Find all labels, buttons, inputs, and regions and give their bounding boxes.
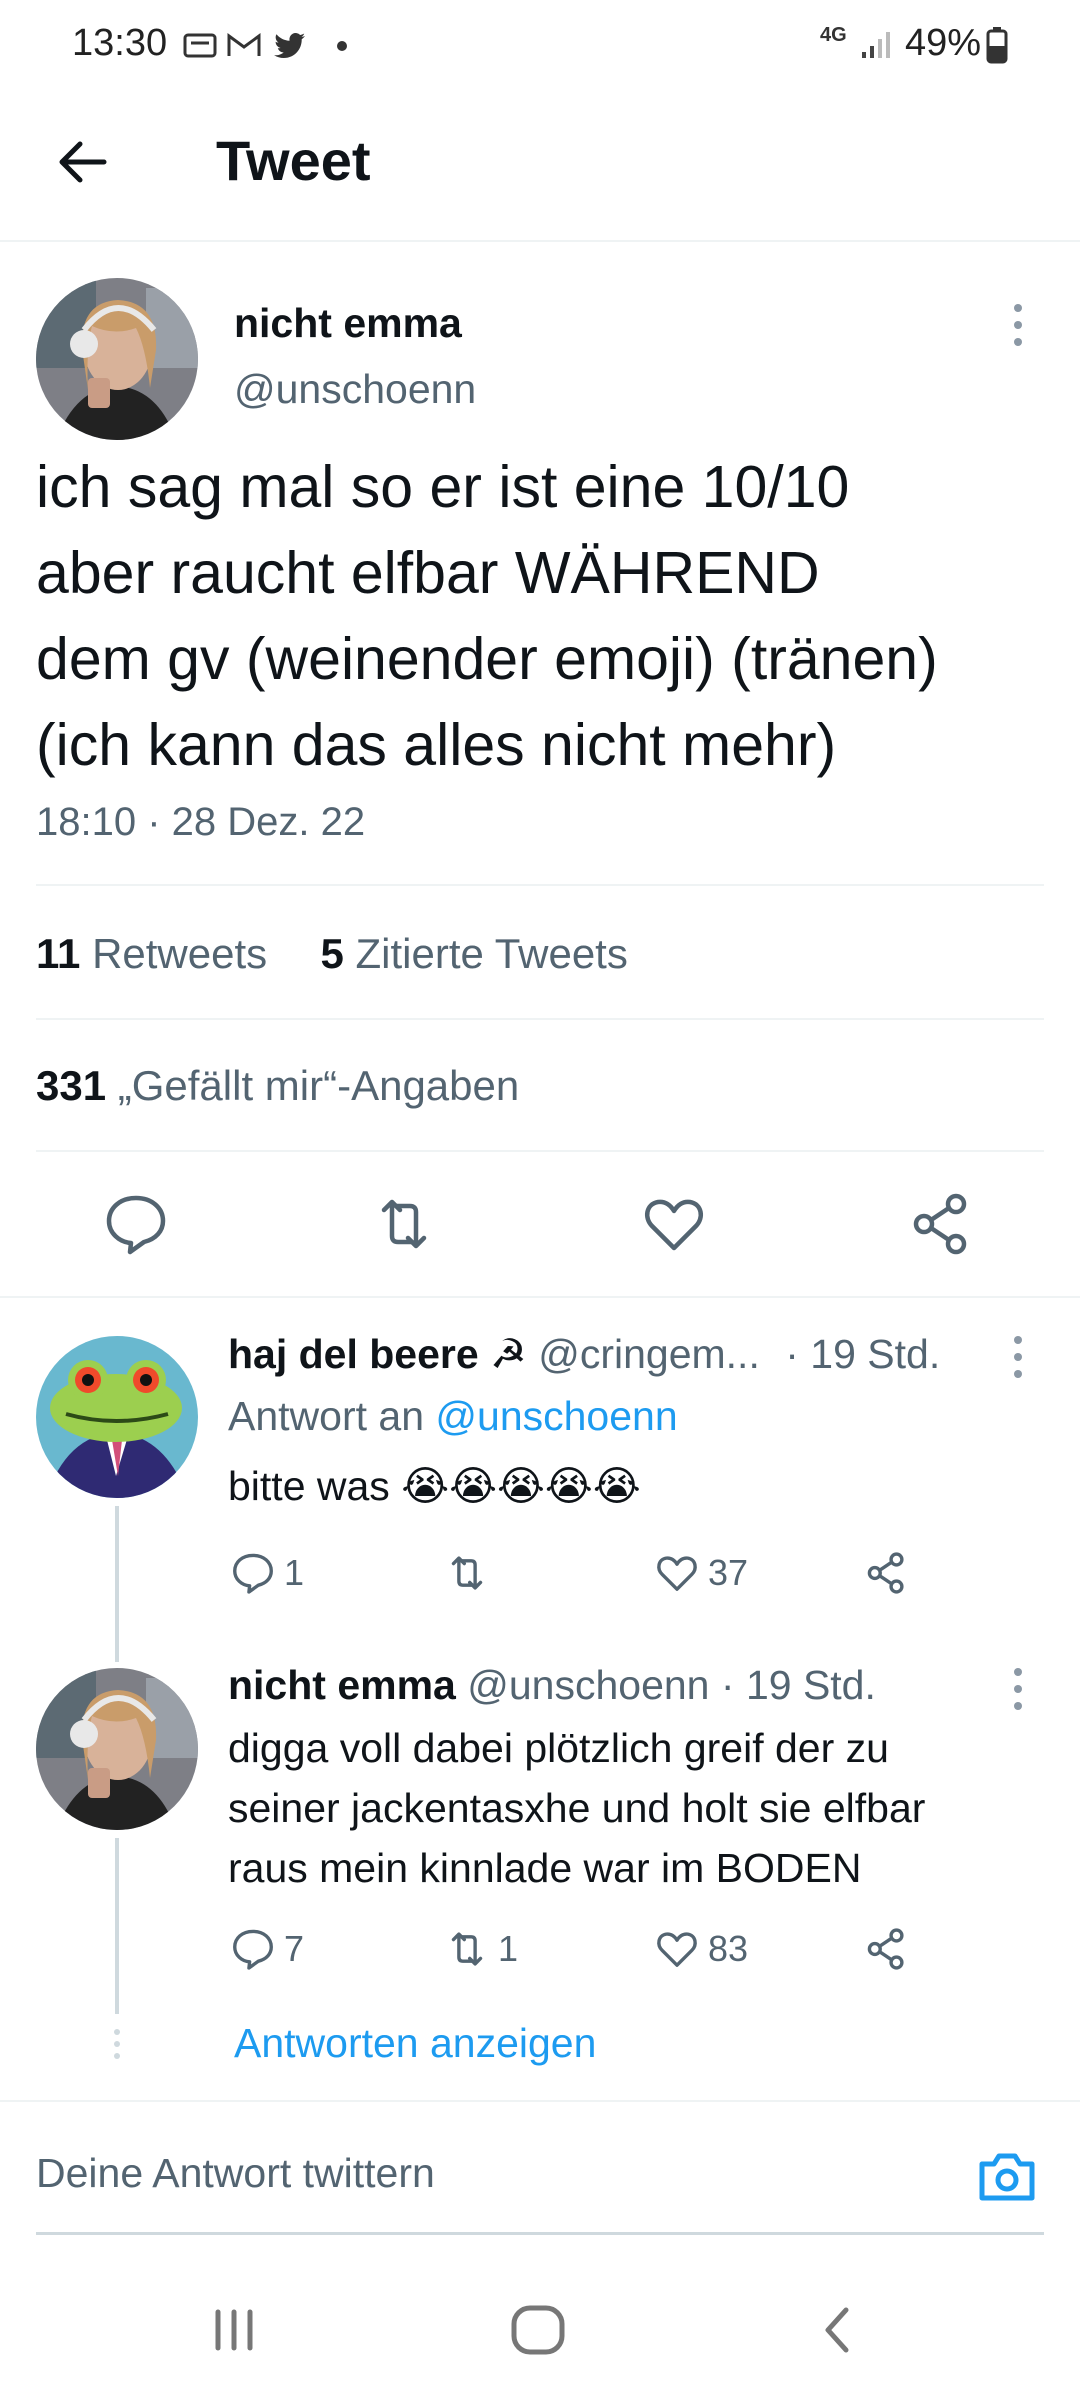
more-options-icon[interactable] <box>1000 1664 1036 1714</box>
like-heart-icon[interactable] <box>640 1190 708 1258</box>
frog-avatar-image <box>36 1336 198 1498</box>
reply-like-button[interactable]: 37 <box>654 1548 748 1598</box>
reply-retweet-button[interactable]: 1 <box>444 1924 518 1974</box>
tweet-text-line: (ich kann das alles nicht mehr) <box>36 712 837 778</box>
thread-line <box>115 1838 119 2014</box>
tweet-text-line: aber raucht elfbar WÄHREND <box>36 540 820 606</box>
reply-header[interactable]: haj del beere ☭ @cringem... · 19 Std. <box>228 1330 1028 1378</box>
retweet-icon[interactable] <box>370 1190 438 1258</box>
header: Tweet <box>0 90 1080 242</box>
divider <box>36 1150 1044 1152</box>
divider <box>0 2100 1080 2102</box>
reply-count: 7 <box>284 1928 305 1969</box>
divider <box>36 884 1044 886</box>
retweet-count: 1 <box>498 1928 519 1969</box>
likes-count: 331 <box>36 1062 107 1109</box>
thread-line <box>115 1506 119 1662</box>
share-icon[interactable] <box>908 1190 976 1258</box>
battery-icon <box>986 27 1008 64</box>
reply-text: digga voll dabei plötzlich greif der zu … <box>228 1718 1048 1898</box>
reply-input-underline <box>36 2232 1044 2235</box>
reply-text: bitte was 😭😭😭😭😭 <box>228 1463 641 1509</box>
reply-input[interactable]: Deine Antwort twittern <box>36 2150 435 2197</box>
reply-avatar[interactable] <box>36 1336 198 1498</box>
author-avatar[interactable] <box>36 278 198 440</box>
likes-label: „Gefällt mir“-Angaben <box>117 1062 520 1109</box>
tweet-text-line: dem gv (weinender emoji) (tränen) <box>36 626 938 692</box>
like-count: 37 <box>708 1552 749 1593</box>
reply-author-name: nicht emma <box>228 1662 456 1708</box>
reply-time: · 19 Std. <box>720 1662 876 1708</box>
reply-text-line: digga voll dabei plötzlich greif der zu <box>228 1725 889 1771</box>
share-icon <box>867 1552 904 1594</box>
quotes-label: Zitierte Tweets <box>355 930 628 977</box>
thread-dots-icon <box>114 2029 120 2059</box>
network-type: 4G <box>820 24 847 46</box>
reply-retweet-button[interactable] <box>444 1548 498 1598</box>
tweet-timestamp[interactable]: 18:10 · 28 Dez. 22 <box>36 800 365 845</box>
more-options-icon[interactable] <box>1000 300 1036 350</box>
reply-to-prefix: Antwort an <box>228 1393 424 1439</box>
recent-apps-icon[interactable] <box>202 2298 266 2362</box>
reply-author-handle: @unschoenn <box>467 1662 710 1708</box>
more-options-icon[interactable] <box>1000 1332 1036 1382</box>
author-name[interactable]: nicht emma <box>234 300 462 347</box>
notification-dot-icon <box>337 41 347 51</box>
retweet-icon <box>451 1556 483 1590</box>
like-heart-icon <box>657 1556 697 1591</box>
like-count: 83 <box>708 1928 749 1969</box>
reply-text-line: seiner jackentasxhe und holt sie elfbar <box>228 1785 926 1831</box>
tweet-text-line: ich sag mal so er ist eine 10/10 <box>36 454 850 520</box>
reply-icon[interactable] <box>102 1190 170 1258</box>
gmail-icon <box>227 33 261 56</box>
quotes-count: 5 <box>320 930 344 977</box>
reply-reply-button[interactable]: 7 <box>230 1924 304 1974</box>
back-arrow-icon[interactable] <box>52 130 116 194</box>
page-title: Tweet <box>216 129 371 192</box>
reply-time: · 19 Std. <box>785 1331 941 1377</box>
reply-author-handle: @cringem... <box>538 1331 760 1377</box>
status-bar: 13:30 4G 49% <box>0 0 1080 90</box>
reply-share-button[interactable] <box>864 1548 910 1598</box>
show-replies-link[interactable]: Antworten anzeigen <box>234 2020 596 2067</box>
tweet-text: ich sag mal so er ist eine 10/10 aber ra… <box>36 444 1056 788</box>
like-heart-icon <box>657 1932 697 1967</box>
battery-percent: 49% <box>905 22 982 64</box>
back-nav-icon[interactable] <box>806 2298 870 2362</box>
avatar-image <box>36 1668 198 1830</box>
reply-to-handle[interactable]: @unschoenn <box>435 1393 677 1439</box>
camera-icon[interactable] <box>976 2146 1038 2208</box>
reply-count: 1 <box>284 1552 305 1593</box>
avatar-image <box>36 278 198 440</box>
divider <box>0 1296 1080 1298</box>
retweets-label: Retweets <box>92 930 268 977</box>
reply-share-button[interactable] <box>864 1924 910 1974</box>
twitter-bird-icon <box>274 33 305 58</box>
reply-avatar[interactable] <box>36 1668 198 1830</box>
reply-reply-button[interactable]: 1 <box>230 1548 304 1598</box>
signal-icon <box>862 32 890 58</box>
share-icon <box>867 1928 904 1970</box>
reply-like-button[interactable]: 83 <box>654 1924 748 1974</box>
reply-text-line: raus mein kinnlade war im BODEN <box>228 1845 862 1891</box>
home-icon[interactable] <box>506 2298 570 2362</box>
reply-to-line: Antwort an @unschoenn <box>228 1393 678 1440</box>
author-handle[interactable]: @unschoenn <box>234 366 476 413</box>
reply-icon <box>233 1553 273 1594</box>
likes-stats[interactable]: 331 „Gefällt mir“-Angaben <box>36 1062 519 1110</box>
retweets-count: 11 <box>36 930 81 977</box>
reply-icon <box>233 1929 273 1970</box>
retweet-stats[interactable]: 11 Retweets 5 Zitierte Tweets <box>36 930 628 978</box>
message-icon <box>183 33 217 58</box>
status-time: 13:30 <box>72 22 168 64</box>
retweet-icon <box>451 1932 483 1966</box>
reply-header[interactable]: nicht emma @unschoenn · 19 Std. <box>228 1662 1028 1709</box>
divider <box>36 1018 1044 1020</box>
reply-author-name: haj del beere ☭ <box>228 1331 527 1377</box>
